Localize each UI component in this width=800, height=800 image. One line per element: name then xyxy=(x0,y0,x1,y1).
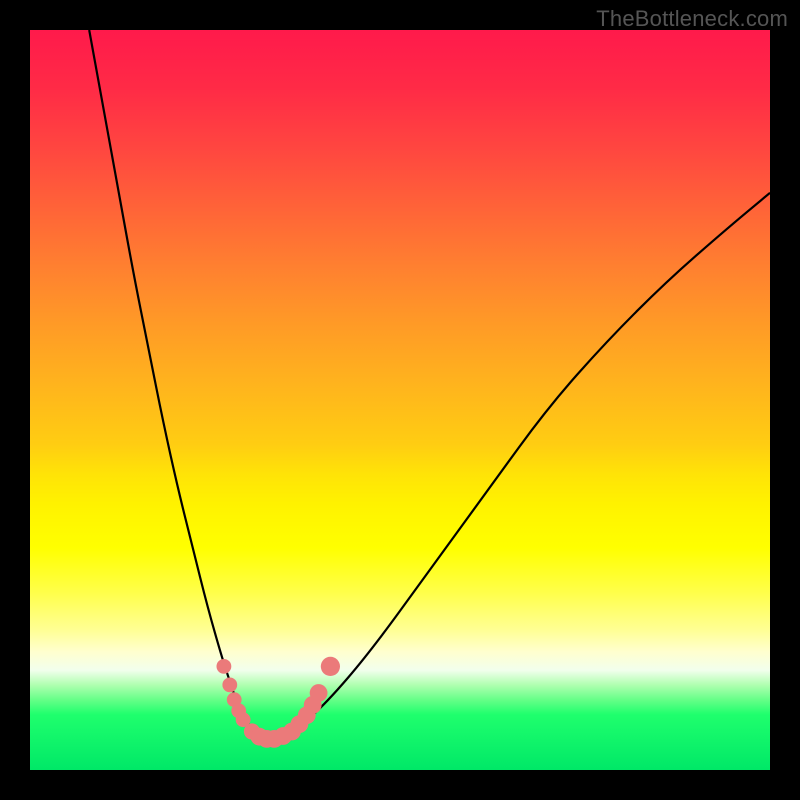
curve-marker xyxy=(321,657,340,676)
curve-marker xyxy=(310,684,328,702)
chart-svg xyxy=(30,30,770,770)
outer-frame: TheBottleneck.com xyxy=(0,0,800,800)
curve-marker xyxy=(222,678,237,693)
curve-markers xyxy=(217,657,341,748)
plot-area xyxy=(30,30,770,770)
bottleneck-curve xyxy=(89,30,770,739)
watermark-text: TheBottleneck.com xyxy=(596,6,788,32)
curve-marker xyxy=(217,659,232,674)
